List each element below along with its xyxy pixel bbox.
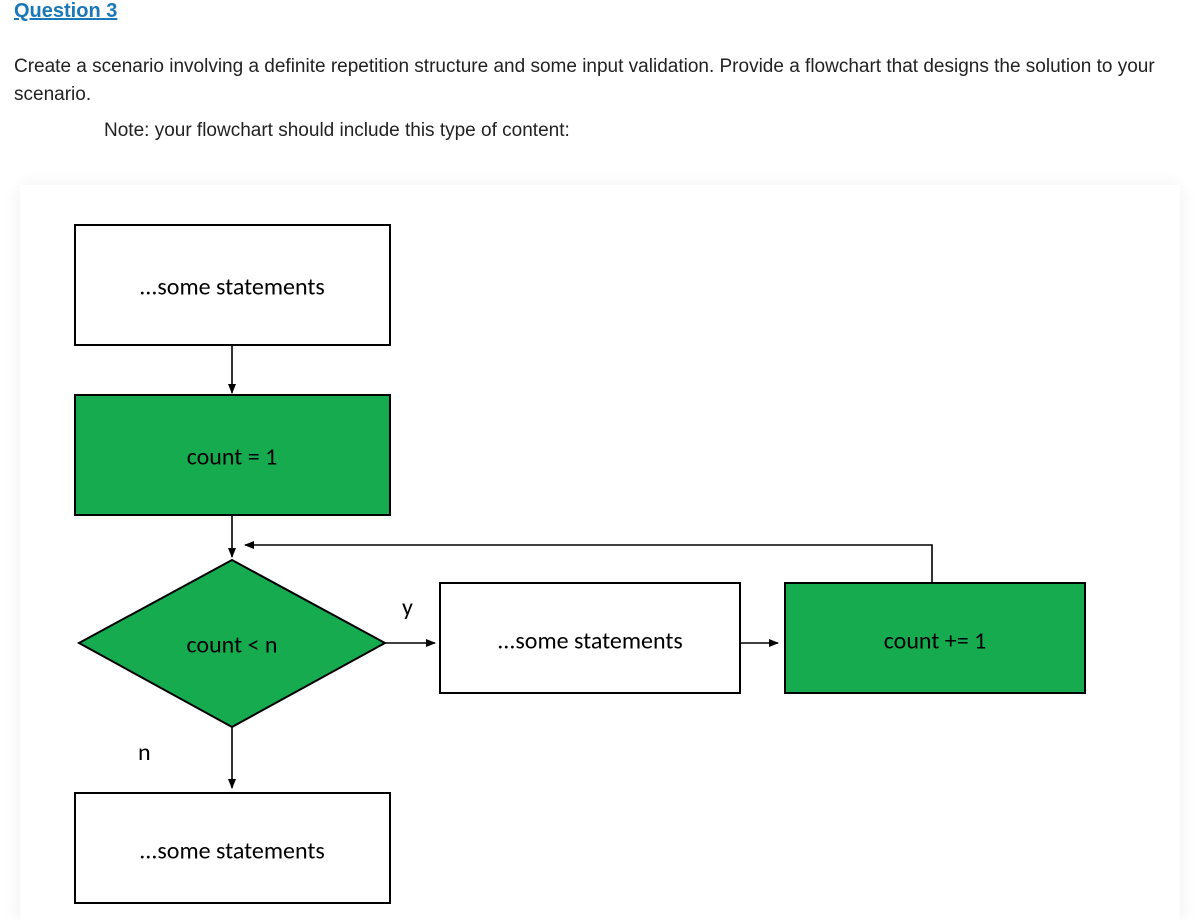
question-note: Note: your flowchart should include this… xyxy=(104,120,1186,142)
flow-box-top-label: ...some statements xyxy=(139,273,325,302)
flow-box-loop-body-label: ...some statements xyxy=(497,627,683,656)
flowchart-svg: ...some statements count = 1 count < n y… xyxy=(20,185,1180,920)
question-title: Question 3 xyxy=(14,0,1186,23)
flow-box-after-label: ...some statements xyxy=(139,837,325,866)
question-prompt: Create a scenario involving a definite r… xyxy=(14,53,1186,108)
flow-box-init-label: count = 1 xyxy=(187,443,278,472)
flowchart-container: ...some statements count = 1 count < n y… xyxy=(20,185,1180,920)
flow-no-label: n xyxy=(138,738,151,767)
arrow-loopback xyxy=(245,545,932,580)
flow-decision-label: count < n xyxy=(186,631,277,660)
flow-yes-label: y xyxy=(402,593,413,622)
flow-box-increment-label: count += 1 xyxy=(884,627,987,656)
